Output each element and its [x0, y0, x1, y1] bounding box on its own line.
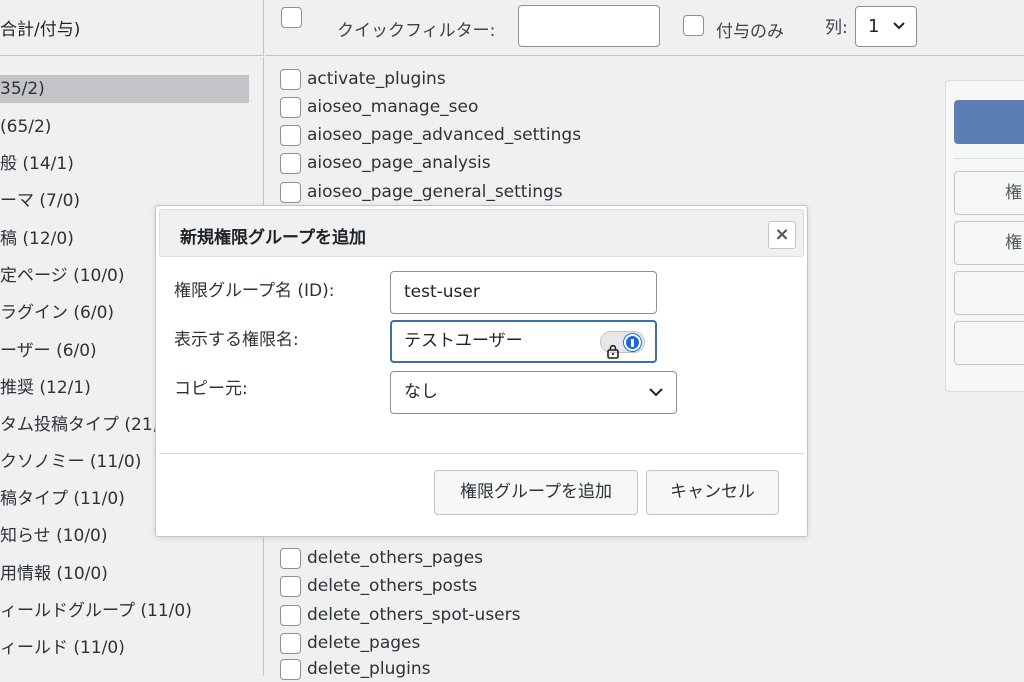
quick-filter-input[interactable]: [518, 5, 660, 47]
add-group-button[interactable]: 権限グループを追加: [434, 470, 638, 515]
dialog-title: 新規権限グループを追加: [180, 228, 366, 248]
capability-checkbox[interactable]: [280, 96, 301, 118]
capability-row[interactable]: delete_pages: [280, 630, 420, 656]
group-item[interactable]: ィールドグループ (11/0): [0, 597, 264, 625]
capability-row[interactable]: delete_others_pages: [280, 545, 483, 571]
close-icon[interactable]: ×: [768, 221, 796, 249]
side-button[interactable]: 権: [954, 171, 1024, 215]
granted-only-label: 付与のみ: [716, 22, 784, 42]
group-item[interactable]: 用情報 (10/0): [0, 560, 264, 588]
copy-from-value: なし: [404, 382, 438, 402]
capability-checkbox[interactable]: [280, 632, 301, 654]
capability-row[interactable]: activate_plugins: [280, 66, 446, 92]
password-manager-icon: [624, 334, 641, 351]
capability-row[interactable]: aioseo_page_general_settings: [280, 179, 563, 205]
capability-checkbox[interactable]: [280, 181, 301, 203]
group-item[interactable]: 35/2): [0, 75, 249, 103]
group-item[interactable]: (65/2): [0, 113, 264, 141]
group-id-input[interactable]: test-user: [390, 271, 657, 314]
add-group-dialog: 新規権限グループを追加 × 権限グループ名 (ID): test-user 表示…: [155, 205, 808, 537]
display-name-input[interactable]: テストユーザー: [390, 320, 657, 363]
dialog-header: 新規権限グループを追加 ×: [159, 209, 804, 257]
capability-label: delete_others_spot-users: [307, 605, 521, 625]
capability-row[interactable]: delete_others_spot-users: [280, 602, 521, 628]
capability-checkbox[interactable]: [280, 124, 301, 146]
chevron-down-icon: [892, 7, 906, 62]
display-name-value: テストユーザー: [404, 331, 523, 351]
capability-checkbox[interactable]: [280, 547, 301, 569]
side-button[interactable]: [954, 321, 1024, 365]
capability-label: delete_others_pages: [307, 548, 484, 568]
capability-label: delete_others_posts: [307, 576, 478, 596]
capability-row[interactable]: aioseo_manage_seo: [280, 94, 478, 120]
granted-only-checkbox[interactable]: [683, 15, 704, 36]
capability-checkbox[interactable]: [280, 604, 301, 626]
cancel-button[interactable]: キャンセル: [646, 470, 779, 515]
group-item[interactable]: ィールド (11/0): [0, 634, 264, 662]
columns-value: 1: [868, 16, 880, 37]
chevron-down-icon: [648, 372, 664, 430]
capability-checkbox[interactable]: [280, 575, 301, 597]
capability-label: aioseo_page_analysis: [307, 153, 491, 173]
capability-label: activate_plugins: [307, 69, 446, 89]
side-divider: [954, 158, 1024, 159]
capability-label: aioseo_manage_seo: [307, 97, 479, 117]
copy-from-select[interactable]: なし: [390, 371, 677, 414]
select-all-checkbox[interactable]: [281, 7, 302, 28]
capability-label: delete_pages: [307, 633, 421, 653]
side-primary-button[interactable]: [954, 100, 1024, 144]
groups-header: 合計/付与): [0, 0, 264, 56]
dialog-divider: [159, 453, 804, 454]
capability-label: aioseo_page_advanced_settings: [307, 125, 582, 145]
capability-checkbox[interactable]: [280, 152, 301, 174]
columns-select[interactable]: 1: [855, 6, 917, 47]
capabilities-toolbar: クイックフィルター: 付与のみ 列: 1: [265, 0, 1024, 56]
capability-row[interactable]: aioseo_page_analysis: [280, 150, 491, 176]
side-button[interactable]: 権: [954, 221, 1024, 265]
capability-label: aioseo_page_general_settings: [307, 182, 563, 202]
group-id-label: 権限グループ名 (ID):: [174, 281, 335, 301]
lock-icon: [606, 335, 620, 359]
capability-label: delete_plugins: [307, 659, 431, 679]
password-manager-badge[interactable]: [600, 331, 645, 359]
capability-row[interactable]: delete_others_posts: [280, 573, 477, 599]
capability-row[interactable]: delete_plugins: [280, 656, 431, 682]
capability-row[interactable]: aioseo_page_advanced_settings: [280, 122, 581, 148]
side-button[interactable]: [954, 271, 1024, 315]
capability-checkbox[interactable]: [280, 68, 301, 90]
quick-filter-label: クイックフィルター:: [337, 21, 496, 41]
columns-label: 列:: [825, 18, 848, 38]
group-item[interactable]: 般 (14/1): [0, 150, 264, 178]
capability-checkbox[interactable]: [280, 658, 301, 680]
copy-from-label: コピー元:: [174, 379, 248, 399]
groups-header-label: 合計/付与): [0, 20, 81, 40]
display-name-label: 表示する権限名:: [174, 330, 299, 350]
